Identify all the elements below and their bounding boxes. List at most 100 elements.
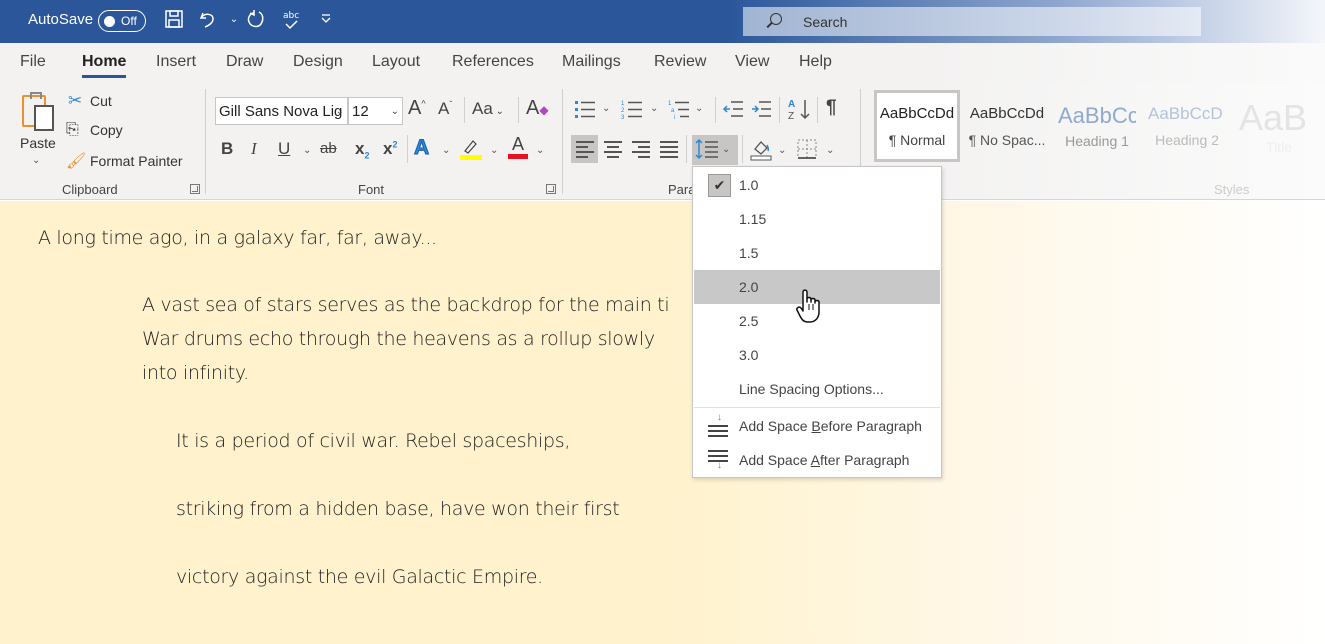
option-label: 2.5 <box>739 313 759 329</box>
align-center-icon[interactable] <box>604 141 622 161</box>
tab-mailings[interactable]: Mailings <box>562 53 621 71</box>
customize-quick-access-icon[interactable] <box>314 12 338 28</box>
highlight-chevron-icon[interactable]: ⌄ <box>490 145 498 156</box>
add-space-before-paragraph[interactable]: ↓ Add Space Before Paragraph <box>694 409 940 443</box>
grow-font-icon[interactable]: A^ <box>408 97 426 120</box>
bold-icon[interactable]: B <box>221 139 233 159</box>
clear-formatting-icon[interactable]: A◆ <box>526 97 549 120</box>
clipboard-launcher-icon[interactable] <box>190 184 200 194</box>
separator <box>562 89 563 194</box>
show-formatting-icon[interactable]: ¶ <box>826 97 837 119</box>
tab-insert[interactable]: Insert <box>156 53 196 71</box>
doc-line: War drums echo through the heavens as a … <box>142 328 655 350</box>
align-left-icon[interactable] <box>576 141 594 161</box>
numbering-chevron-icon[interactable]: ⌄ <box>650 103 658 114</box>
undo-dropdown-chevron-icon[interactable]: ⌄ <box>222 14 246 25</box>
style-no-spacing[interactable]: AaBbCcDd ¶ No Spac... <box>964 90 1050 162</box>
spelling-icon[interactable]: abc <box>280 9 304 37</box>
clipboard-group-label: Clipboard <box>62 182 118 197</box>
highlight-icon[interactable] <box>460 137 482 166</box>
text-effects-chevron-icon[interactable]: ⌄ <box>442 145 450 156</box>
sort-icon[interactable]: AZ <box>787 97 811 126</box>
undo-icon[interactable] <box>196 9 220 35</box>
copy-label: Copy <box>90 122 123 138</box>
strikethrough-icon[interactable]: ab <box>320 140 337 157</box>
font-size-input[interactable]: 12 ⌄ <box>348 97 403 125</box>
italic-icon[interactable]: I <box>251 139 257 159</box>
justify-icon[interactable] <box>660 141 678 161</box>
tab-review[interactable]: Review <box>654 53 706 71</box>
paste-label: Paste <box>20 135 56 151</box>
font-name-value: Gill Sans Nova Lig <box>219 102 343 120</box>
redo-icon[interactable] <box>244 9 268 35</box>
title-bar: AutoSave Off ⌄ abc Search <box>0 0 1325 43</box>
underline-chevron-icon[interactable]: ⌄ <box>303 145 311 156</box>
line-spacing-icon[interactable] <box>695 138 719 165</box>
add-space-after-paragraph[interactable]: ↓ Add Space After Paragraph <box>694 443 940 477</box>
font-name-chevron-icon[interactable]: ⌄ <box>336 106 344 117</box>
superscript-icon[interactable]: x2 <box>383 139 397 159</box>
paste-button[interactable]: Paste ⌄ <box>14 87 60 171</box>
font-color-icon[interactable]: A <box>508 135 528 159</box>
format-painter-label: Format Painter <box>90 153 183 169</box>
line-spacing-option-3-0[interactable]: 3.0 <box>694 338 940 372</box>
doc-line: A vast sea of stars serves as the backdr… <box>142 294 670 316</box>
line-spacing-option-1-5[interactable]: 1.5 <box>694 236 940 270</box>
svg-text:abc: abc <box>283 11 299 21</box>
line-spacing-chevron-icon[interactable]: ⌄ <box>722 144 730 155</box>
tab-help[interactable]: Help <box>799 53 832 71</box>
style-heading-2[interactable]: AaBbCcD Heading 2 <box>1144 90 1230 162</box>
tab-layout[interactable]: Layout <box>372 53 420 71</box>
autosave-state: Off <box>121 14 137 28</box>
tab-home[interactable]: Home <box>82 53 127 78</box>
multilevel-chevron-icon[interactable]: ⌄ <box>695 103 703 114</box>
option-label: 1.5 <box>739 245 759 261</box>
style-sample: AaB <box>1239 97 1308 138</box>
document-body[interactable]: A long time ago, in a galaxy far, far, a… <box>0 201 1325 644</box>
font-color-chevron-icon[interactable]: ⌄ <box>536 145 544 156</box>
tab-design[interactable]: Design <box>293 53 343 71</box>
align-right-icon[interactable] <box>632 141 650 161</box>
line-spacing-option-1-0[interactable]: ✔ 1.0 <box>694 168 940 202</box>
line-spacing-options-link[interactable]: Line Spacing Options... <box>694 372 940 406</box>
change-case-icon[interactable]: Aa ⌄ <box>472 99 504 119</box>
tab-view[interactable]: View <box>735 53 769 71</box>
shading-icon[interactable] <box>750 137 772 166</box>
bullets-chevron-icon[interactable]: ⌄ <box>602 103 610 114</box>
line-spacing-option-1-15[interactable]: 1.15 <box>694 202 940 236</box>
increase-indent-icon[interactable] <box>751 100 771 123</box>
numbering-icon[interactable]: 123 <box>621 99 643 124</box>
style-normal[interactable]: AaBbCcDd ¶ Normal <box>874 90 960 162</box>
option-label: 2.0 <box>739 279 759 295</box>
borders-chevron-icon[interactable]: ⌄ <box>826 145 834 156</box>
multilevel-list-icon[interactable]: 1ai <box>668 99 690 124</box>
subscript-icon[interactable]: x2 <box>355 139 369 160</box>
svg-text:A: A <box>788 99 795 110</box>
underline-icon[interactable]: U <box>278 139 290 159</box>
tab-draw[interactable]: Draw <box>226 53 263 71</box>
shrink-font-icon[interactable]: Aˇ <box>438 99 452 119</box>
font-size-chevron-icon[interactable]: ⌄ <box>391 106 399 117</box>
tab-file[interactable]: File <box>20 53 46 71</box>
style-title[interactable]: AaB Title <box>1234 90 1324 162</box>
format-painter-button[interactable]: 🖌 Format Painter <box>66 151 183 171</box>
shading-chevron-icon[interactable]: ⌄ <box>778 145 786 156</box>
decrease-indent-icon[interactable] <box>722 100 743 123</box>
copy-button[interactable]: ⎘ Copy <box>66 121 123 139</box>
option-label: 1.15 <box>739 211 767 227</box>
doc-line: into infinity. <box>142 362 249 384</box>
save-icon[interactable] <box>162 9 186 35</box>
cut-button[interactable]: ✂ Cut <box>68 91 112 111</box>
search-icon <box>765 12 783 31</box>
bullets-icon[interactable] <box>574 99 596 124</box>
tab-references[interactable]: References <box>452 53 534 71</box>
autosave-toggle[interactable]: Off <box>98 10 146 32</box>
separator <box>817 97 818 123</box>
search-box[interactable]: Search <box>743 7 1201 36</box>
font-launcher-icon[interactable] <box>546 184 556 194</box>
style-sample: AaBbCcDd <box>969 104 1045 122</box>
style-heading-1[interactable]: AaBbCc Heading 1 <box>1054 90 1140 162</box>
text-effects-icon[interactable]: A <box>413 136 429 160</box>
font-name-input[interactable]: Gill Sans Nova Lig ⌄ <box>215 97 348 125</box>
borders-icon[interactable] <box>797 139 817 164</box>
